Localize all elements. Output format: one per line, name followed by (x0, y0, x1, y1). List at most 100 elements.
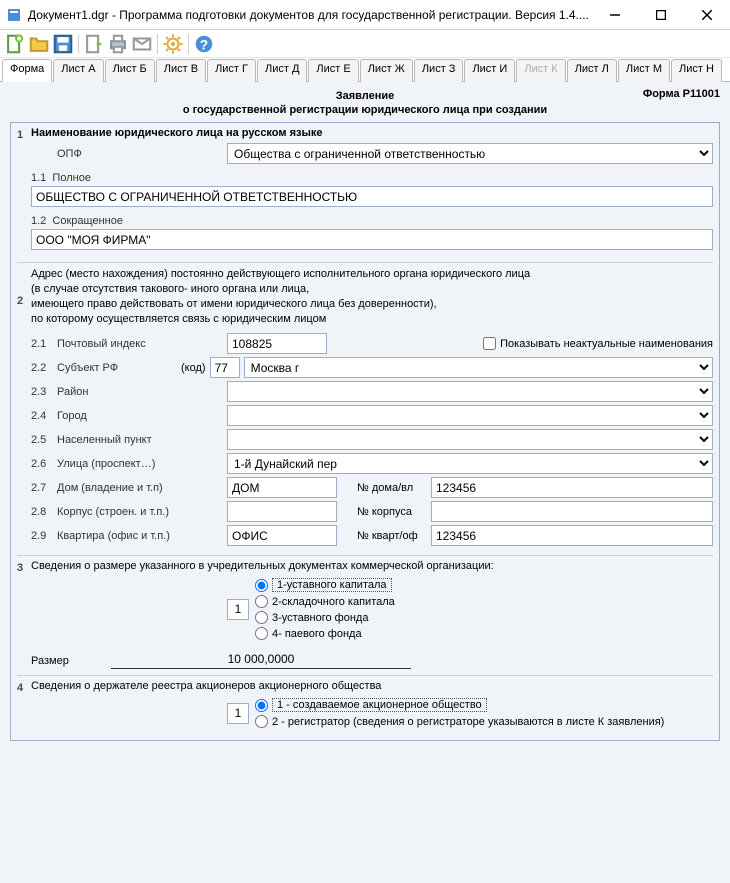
r23-num: 2.3 (31, 386, 57, 398)
section-number: 4 (17, 680, 31, 694)
separator (157, 34, 158, 54)
district-select[interactable] (227, 381, 713, 402)
separator (78, 34, 79, 54)
tab-Лист Д[interactable]: Лист Д (257, 59, 307, 82)
r29-num-label: № кварт/оф (357, 530, 427, 542)
capital-option[interactable]: 3-уставного фонда (255, 611, 395, 624)
export-icon[interactable] (83, 33, 105, 55)
opf-label: ОПФ (57, 148, 227, 160)
r22-num: 2.2 (31, 362, 57, 374)
sec3-title: Сведения о размере указанного в учредите… (31, 560, 713, 572)
street-select[interactable]: 1-й Дунайский пер (227, 453, 713, 474)
minimize-button[interactable] (592, 0, 638, 30)
r21-label: Почтовый индекс (57, 338, 227, 350)
r27-label: Дом (владение и т.п) (57, 482, 227, 494)
r29-num: 2.9 (31, 530, 57, 542)
r26-num: 2.6 (31, 458, 57, 470)
tab-Лист К[interactable]: Лист К (516, 59, 565, 82)
r24-label: Город (57, 410, 227, 422)
r28-num-label: № корпуса (357, 506, 427, 518)
form-header: Заявление о государственной регистрации … (10, 88, 720, 116)
settings-icon[interactable] (162, 33, 184, 55)
section-number: 2 (17, 267, 31, 307)
city-select[interactable] (227, 405, 713, 426)
maximize-button[interactable] (638, 0, 684, 30)
show-obsolete-checkbox[interactable]: Показывать неактуальные наименования (483, 337, 713, 350)
tab-Лист Л[interactable]: Лист Л (567, 59, 617, 82)
sec2-para: Адрес (место нахождения) постоянно дейст… (31, 267, 713, 327)
r21-num: 2.1 (31, 338, 57, 350)
holder-option[interactable]: 2 - регистратор (сведения о регистраторе… (255, 715, 664, 728)
sec1-title: Наименование юридического лица на русско… (31, 127, 713, 139)
building-number-input[interactable] (431, 501, 713, 522)
r28-num: 2.8 (31, 506, 57, 518)
sec4-title: Сведения о держателе реестра акционеров … (31, 680, 713, 692)
r23-label: Район (57, 386, 227, 398)
full-label: Полное (52, 172, 91, 184)
r25-num: 2.5 (31, 434, 57, 446)
header-line2: о государственной регистрации юридическо… (183, 104, 547, 116)
tab-Лист А[interactable]: Лист А (53, 59, 103, 82)
locality-select[interactable] (227, 429, 713, 450)
app-icon (6, 7, 22, 23)
tab-Лист В[interactable]: Лист В (156, 59, 206, 82)
r24-num: 2.4 (31, 410, 57, 422)
tab-Лист Н[interactable]: Лист Н (671, 59, 722, 82)
form-code: Форма Р11001 (643, 88, 720, 100)
tab-Лист М[interactable]: Лист М (618, 59, 670, 82)
r27-num-label: № дома/вл (357, 482, 427, 494)
section-4: 4 Сведения о держателе реестра акционеро… (17, 675, 713, 730)
tab-Лист Ж[interactable]: Лист Ж (360, 59, 413, 82)
tab-Лист З[interactable]: Лист З (414, 59, 464, 82)
print-icon[interactable] (107, 33, 129, 55)
tab-Форма[interactable]: Форма (2, 59, 52, 82)
house-number-input[interactable] (431, 477, 713, 498)
capital-option[interactable]: 4- паевого фонда (255, 627, 395, 640)
r22-label: Субъект РФ (57, 362, 181, 374)
holder-option[interactable]: 1 - создаваемое акционерное общество (255, 698, 664, 712)
tab-Лист Б[interactable]: Лист Б (105, 59, 155, 82)
size-value[interactable]: 10 000,0000 (111, 652, 411, 669)
section-1: 1 Наименование юридического лица на русс… (17, 127, 713, 256)
flat-type-input[interactable] (227, 525, 337, 546)
close-button[interactable] (684, 0, 730, 30)
size-label: Размер (31, 655, 111, 667)
opf-select[interactable]: Общества с ограниченной ответственностью (227, 143, 713, 164)
building-type-input[interactable] (227, 501, 337, 522)
r27-num: 2.7 (31, 482, 57, 494)
capital-option[interactable]: 1-уставного капитала (255, 578, 395, 592)
save-icon[interactable] (52, 33, 74, 55)
tab-Лист Е[interactable]: Лист Е (308, 59, 358, 82)
section-number: 3 (17, 560, 31, 574)
toolbar: ? (0, 30, 730, 58)
r25-label: Населенный пункт (57, 434, 227, 446)
full-num: 1.1 (31, 172, 46, 184)
holder-radio-group: 1 - создаваемое акционерное общество 2 - … (255, 698, 664, 728)
full-name-input[interactable] (31, 186, 713, 207)
flat-number-input[interactable] (431, 525, 713, 546)
short-label: Сокращенное (52, 215, 123, 227)
capital-option[interactable]: 2-складочного капитала (255, 595, 395, 608)
tab-Лист И[interactable]: Лист И (464, 59, 515, 82)
postal-code-input[interactable] (227, 333, 327, 354)
short-name-input[interactable] (31, 229, 713, 250)
mail-icon[interactable] (131, 33, 153, 55)
house-type-input[interactable] (227, 477, 337, 498)
region-select[interactable]: Москва г (244, 357, 713, 378)
open-icon[interactable] (28, 33, 50, 55)
title-bar: Документ1.dgr - Программа подготовки док… (0, 0, 730, 30)
help-icon[interactable]: ? (193, 33, 215, 55)
short-num: 1.2 (31, 215, 46, 227)
capital-code-box[interactable]: 1 (227, 599, 249, 620)
form-panel: Заявление о государственной регистрации … (0, 82, 730, 883)
separator (188, 34, 189, 54)
section-3: 3 Сведения о размере указанного в учреди… (17, 555, 713, 669)
holder-code-box[interactable]: 1 (227, 703, 249, 724)
region-code-input[interactable] (210, 357, 240, 378)
window-title: Документ1.dgr - Программа подготовки док… (28, 8, 592, 22)
capital-radio-group: 1-уставного капитала 2-складочного капита… (255, 578, 395, 640)
r26-label: Улица (проспект…) (57, 458, 227, 470)
r28-label: Корпус (строен. и т.п.) (57, 506, 227, 518)
new-icon[interactable] (4, 33, 26, 55)
tab-Лист Г[interactable]: Лист Г (207, 59, 256, 82)
